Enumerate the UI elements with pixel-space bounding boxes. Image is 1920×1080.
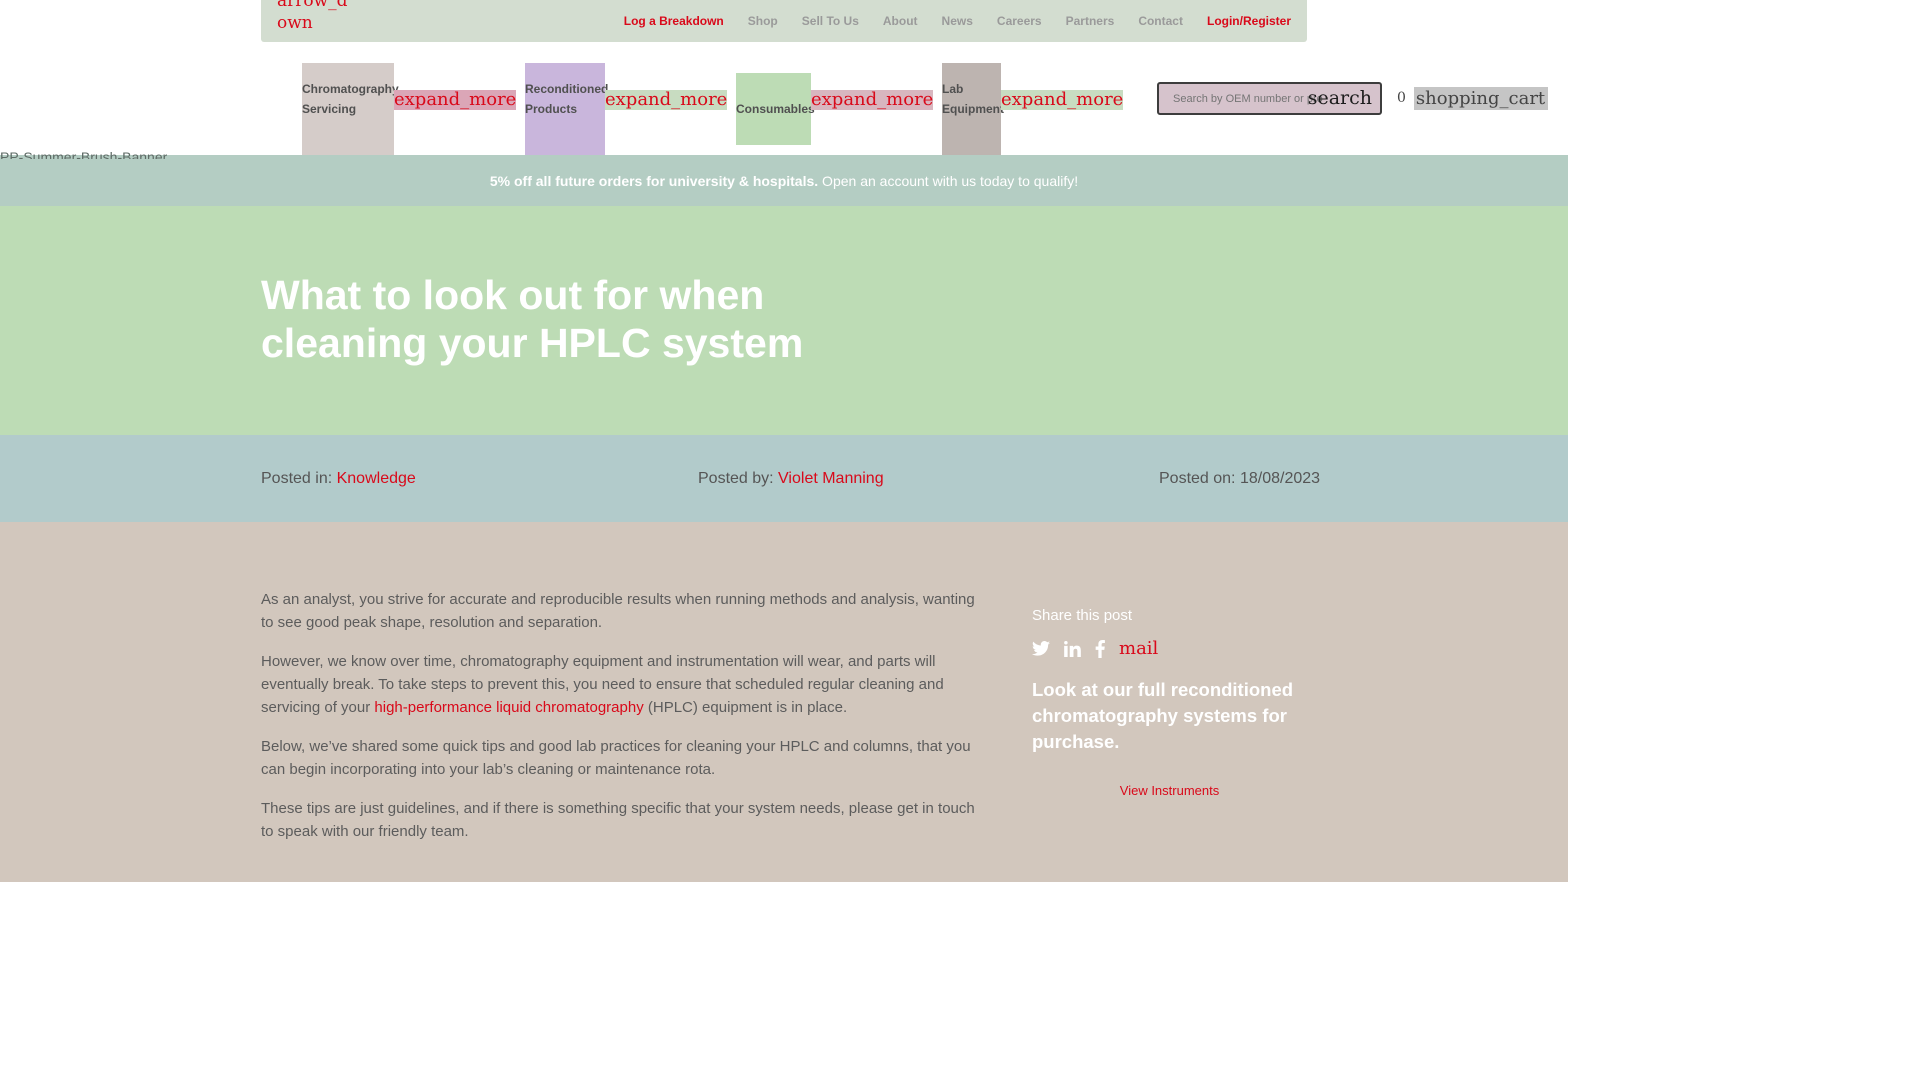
top-nav-about[interactable]: About — [883, 14, 918, 28]
posted-by-label: Posted by: — [698, 470, 779, 487]
search-box: search — [1157, 82, 1382, 115]
author-link[interactable]: Violet Manning — [778, 470, 884, 487]
post-date: 18/08/2023 — [1239, 470, 1321, 487]
arrow-down-icon[interactable]: arrow_down — [277, 0, 348, 33]
facebook-icon[interactable] — [1095, 639, 1105, 658]
posted-in: Posted in: Knowledge — [261, 470, 416, 488]
top-nav-careers[interactable]: Careers — [997, 14, 1042, 28]
article-section: As an analyst, you strive for accurate a… — [0, 522, 1568, 882]
expand-more-icon[interactable]: expand_more — [394, 90, 517, 110]
menu-label[interactable]: Reconditioned Products — [525, 63, 608, 155]
article-paragraph: However, we know over time, chromatograp… — [261, 650, 983, 719]
sidebar: Share this post mail Look at our full re… — [1032, 607, 1307, 798]
cta-text: Look at our full reconditioned chromatog… — [1032, 679, 1294, 752]
search-input[interactable] — [1171, 91, 1325, 106]
posted-on-label: Posted on: — [1159, 470, 1240, 487]
category-link[interactable]: Knowledge — [337, 470, 416, 487]
cart-button[interactable]: 0 shopping_cart — [1397, 87, 1549, 110]
promo-image-alt: PP-Summer-Brush-Banner — [0, 149, 168, 159]
share-icons: mail — [1032, 638, 1307, 659]
top-nav: Log a Breakdown Shop Sell To Us About Ne… — [624, 0, 1291, 42]
promo-text: Open an account with us today to qualify… — [818, 173, 1079, 189]
article-paragraph: These tips are just guidelines, and if t… — [261, 800, 975, 840]
mail-icon[interactable]: mail — [1119, 638, 1158, 659]
view-instruments-button[interactable]: View Instruments — [1032, 783, 1307, 798]
search-icon[interactable]: search — [1308, 87, 1372, 109]
menu-label[interactable]: Consumables — [736, 73, 815, 145]
hplc-link[interactable]: high-performance liquid chromatography — [374, 699, 643, 716]
post-meta: Posted in: Knowledge Posted by: Violet M… — [0, 435, 1568, 522]
shopping-cart-icon[interactable]: shopping_cart — [1414, 88, 1548, 109]
posted-on: Posted on: 18/08/2023 — [1159, 470, 1320, 488]
top-nav-login-register[interactable]: Login/Register — [1207, 14, 1291, 28]
share-title: Share this post — [1032, 607, 1133, 624]
posted-by: Posted by: Violet Manning — [698, 470, 884, 488]
menu-chromatography-servicing[interactable]: Chromatography Servicing expand_more — [302, 63, 517, 155]
top-nav-log-breakdown[interactable]: Log a Breakdown — [624, 14, 724, 28]
page-title: What to look out for when cleaning your … — [261, 272, 804, 366]
menu-label[interactable]: Chromatography Servicing — [302, 63, 399, 155]
top-nav-partners[interactable]: Partners — [1066, 14, 1115, 28]
expand-more-icon[interactable]: expand_more — [1001, 90, 1124, 110]
top-nav-sell-to-us[interactable]: Sell To Us — [802, 14, 859, 28]
article-paragraph: Below, we’ve shared some quick tips and … — [261, 738, 971, 778]
menu-reconditioned-products[interactable]: Reconditioned Products expand_more — [525, 63, 728, 155]
expand-more-icon[interactable]: expand_more — [811, 90, 934, 110]
paragraph-text: (HPLC) equipment is in place. — [643, 699, 848, 716]
promo-bold-text: 5% off all future orders for university … — [489, 173, 819, 189]
twitter-icon[interactable] — [1032, 641, 1050, 656]
menu-consumables[interactable]: Consumables expand_more — [736, 63, 934, 145]
menu-lab-equipment[interactable]: Lab Equipment expand_more — [942, 63, 1124, 155]
top-nav-contact[interactable]: Contact — [1138, 14, 1183, 28]
hero: What to look out for when cleaning your … — [0, 206, 1568, 435]
menu-label[interactable]: Lab Equipment — [942, 63, 1004, 155]
top-utility-bar: arrow_down Log a Breakdown Shop Sell To … — [261, 0, 1307, 42]
cart-count: 0 — [1397, 87, 1414, 110]
linkedin-icon[interactable] — [1064, 640, 1081, 657]
posted-in-label: Posted in: — [261, 470, 337, 487]
language-dropdown[interactable]: arrow_down — [277, 0, 357, 34]
expand-more-icon[interactable]: expand_more — [605, 90, 728, 110]
top-nav-shop[interactable]: Shop — [748, 14, 778, 28]
article-paragraph: As an analyst, you strive for accurate a… — [261, 591, 975, 631]
promo-banner[interactable]: 5% off all future orders for university … — [0, 155, 1568, 206]
article-body: As an analyst, you strive for accurate a… — [261, 588, 983, 859]
top-nav-news[interactable]: News — [942, 14, 973, 28]
